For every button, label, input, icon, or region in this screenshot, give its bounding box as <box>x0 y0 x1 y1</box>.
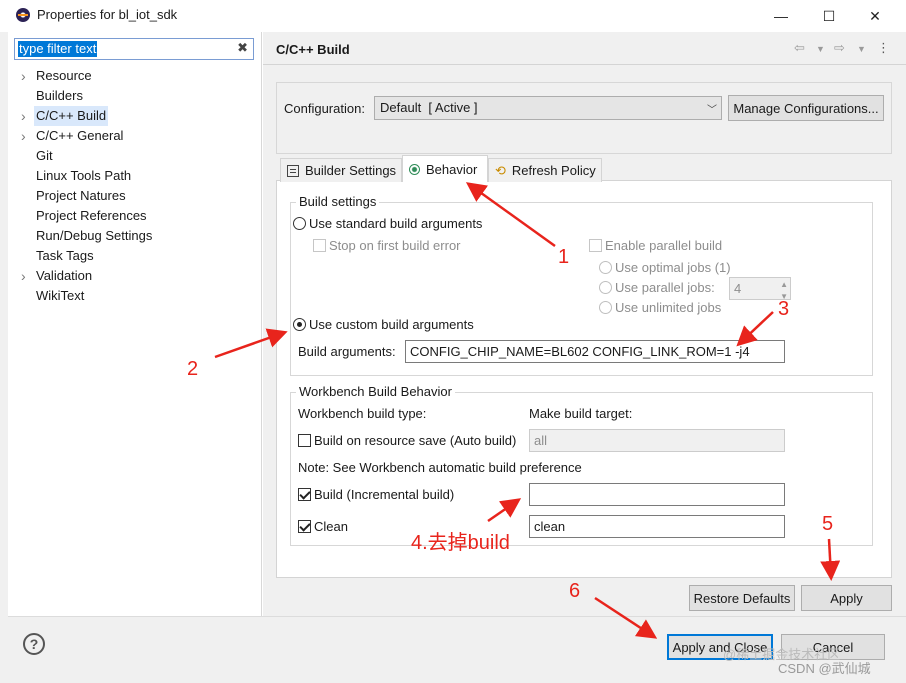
arrow-3 <box>736 311 774 347</box>
arrow-6 <box>594 596 658 639</box>
annotation-6: 6 <box>569 580 581 602</box>
annotation-5: 5 <box>822 513 834 535</box>
arrow-1 <box>465 182 556 248</box>
annotation-2: 2 <box>187 358 199 380</box>
watermark-csdn: CSDN @武仙城 <box>778 661 871 676</box>
annotation-1: 1 <box>558 246 570 268</box>
annotation-arrows <box>214 182 841 639</box>
annotation-4: 4.去掉build <box>411 532 510 554</box>
arrow-2 <box>214 328 288 359</box>
arrow-4 <box>487 498 522 523</box>
arrow-5 <box>820 538 841 581</box>
annotation-3: 3 <box>778 298 790 320</box>
